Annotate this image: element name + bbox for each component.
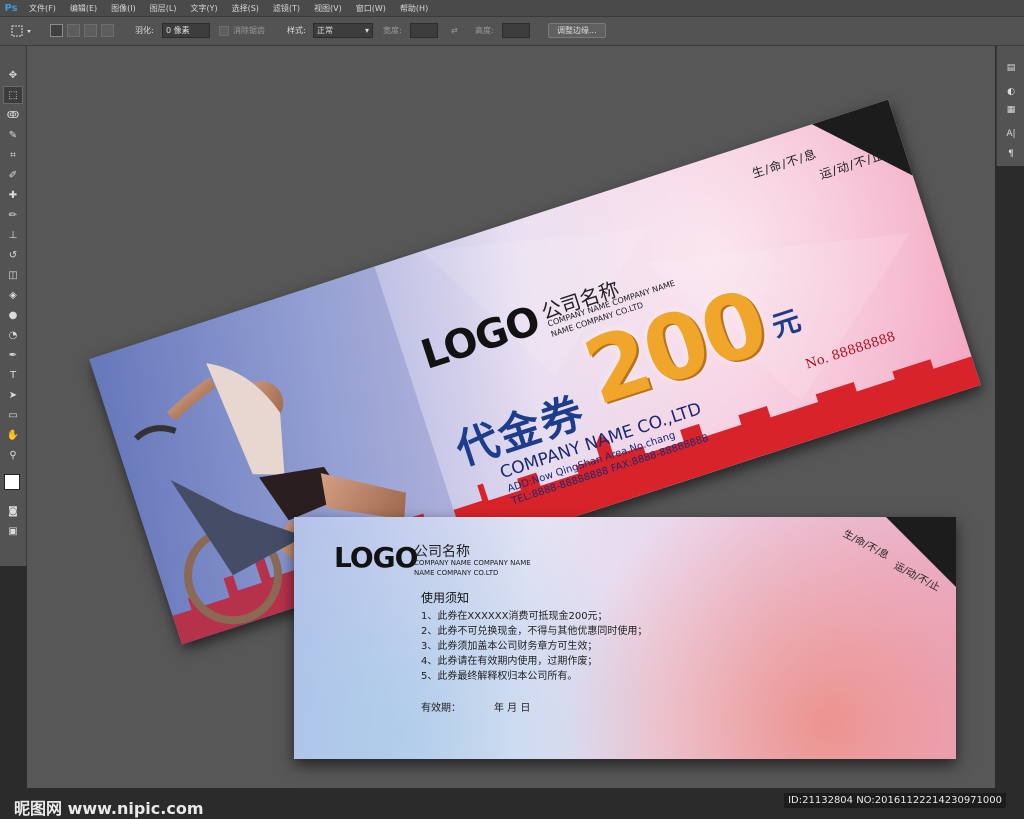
screen-mode-icon[interactable]: ▣ [3, 522, 23, 540]
new-selection-button[interactable] [50, 24, 63, 37]
history-panel-icon[interactable]: ▤ [1002, 60, 1020, 76]
style-label: 样式: [287, 26, 306, 35]
clone-stamp-icon[interactable]: ⊥ [3, 226, 23, 244]
document-canvas[interactable]: 生/命/不/息 运/动/不/止 LOGO 公司名称 COMPANY NAME C… [27, 46, 995, 788]
menu-edit[interactable]: 编辑(E) [63, 3, 104, 14]
lasso-tool-icon[interactable]: ↂ [3, 106, 23, 124]
zoom-tool-icon[interactable]: ⚲ [3, 446, 23, 464]
chevron-down-icon: ▾ [364, 26, 369, 35]
blur-tool-icon[interactable]: ● [3, 306, 23, 324]
eraser-tool-icon[interactable]: ◫ [3, 266, 23, 284]
height-input[interactable] [502, 23, 530, 38]
antialias-label: 消除锯齿 [233, 26, 265, 35]
marquee-tool-icon[interactable]: ⬚ [3, 86, 23, 104]
subtract-selection-button[interactable] [84, 24, 97, 37]
validity-label: 有效期： [421, 703, 461, 714]
slogan-line-1: 生/命/不/息 [750, 146, 819, 181]
menu-help[interactable]: 帮助(H) [393, 3, 435, 14]
company-name-en-2: NAME COMPANY CO.LTD [414, 569, 499, 577]
healing-brush-icon[interactable]: ✚ [3, 186, 23, 204]
selection-mode-group [50, 23, 114, 38]
usage-notice-title: 使用须知 [421, 591, 470, 605]
watermark: 昵图网 www.nipic.com [14, 799, 204, 818]
menu-type[interactable]: 文字(Y) [183, 3, 224, 14]
validity-date: 年 月 日 [494, 703, 531, 714]
width-input[interactable] [410, 23, 438, 38]
history-brush-icon[interactable]: ↺ [3, 246, 23, 264]
refine-edge-button[interactable]: 调整边缘... [548, 23, 606, 38]
style-select-value: 正常 [317, 26, 333, 35]
panel-dock: ▤ ◐ ▦ A| ¶ [996, 46, 1024, 166]
quick-select-icon[interactable]: ✎ [3, 126, 23, 144]
adjustments-panel-icon[interactable]: ◐ [1002, 84, 1020, 100]
feather-label: 羽化: [135, 26, 154, 35]
usage-rule: 5、此券最终解释权归本公司所有。 [421, 671, 578, 682]
menu-view[interactable]: 视图(V) [307, 3, 349, 14]
menu-image[interactable]: 图像(I) [104, 3, 143, 14]
shape-tool-icon[interactable]: ▭ [3, 406, 23, 424]
usage-rule: 4、此券请在有效期内使用，过期作废； [421, 656, 598, 667]
brush-tool-icon[interactable]: ✏ [3, 206, 23, 224]
image-id-label: ID:21132804 NO:20161122214230971000 [784, 793, 1006, 808]
intersect-selection-button[interactable] [101, 24, 114, 37]
menu-file[interactable]: 文件(F) [22, 3, 63, 14]
feather-input[interactable]: 0 像素 [162, 23, 210, 38]
coupon-back: 生/命/不/息 运/动/不/止 LOGO 公司名称 COMPANY NAME C… [294, 517, 956, 759]
antialias-checkbox[interactable] [219, 25, 229, 36]
height-label: 高度: [475, 26, 494, 35]
eyedropper-icon[interactable]: ✐ [3, 166, 23, 184]
corner-fold [812, 99, 913, 201]
style-select[interactable]: 正常 ▾ [313, 23, 373, 38]
tool-preset-picker[interactable] [10, 23, 36, 38]
options-bar: 羽化: 0 像素 消除锯齿 样式: 正常 ▾ 宽度: ⇄ 高度: 调整边缘... [0, 17, 1024, 46]
slogan-line-1: 生/命/不/息 [840, 528, 891, 562]
crop-tool-icon[interactable]: ⌗ [3, 146, 23, 164]
company-name-cn: 公司名称 [414, 544, 470, 560]
hand-tool-icon[interactable]: ✋ [3, 426, 23, 444]
menu-window[interactable]: 窗口(W) [349, 3, 393, 14]
company-name-en-1: COMPANY NAME COMPANY NAME [414, 559, 531, 567]
usage-rule: 1、此券在XXXXXX消费可抵现金200元； [421, 611, 608, 622]
usage-rule: 3、此券须加盖本公司财务章方可生效； [421, 641, 598, 652]
marquee-preset-icon [11, 25, 31, 36]
character-panel-icon[interactable]: A| [1002, 126, 1020, 142]
antialias-checkbox-group[interactable]: 消除锯齿 [219, 23, 265, 38]
usage-rules-list: 1、此券在XXXXXX消费可抵现金200元； 2、此券不可兑换现金，不得与其他优… [421, 609, 647, 684]
menu-layer[interactable]: 图层(L) [143, 3, 184, 14]
menu-bar: Ps 文件(F) 编辑(E) 图像(I) 图层(L) 文字(Y) 选择(S) 滤… [0, 0, 1024, 17]
move-tool-icon[interactable]: ✥ [3, 66, 23, 84]
swap-dimensions-icon[interactable]: ⇄ [451, 23, 458, 38]
usage-rule: 2、此券不可兑换现金，不得与其他优惠同时使用； [421, 626, 648, 637]
add-selection-button[interactable] [67, 24, 80, 37]
quick-mask-icon[interactable]: ◙ [3, 502, 23, 520]
foreground-color-swatch[interactable] [4, 474, 20, 490]
width-label: 宽度: [383, 26, 402, 35]
type-tool-icon[interactable]: T [3, 366, 23, 384]
logo: LOGO [415, 297, 545, 379]
menu-filter[interactable]: 滤镜(T) [266, 3, 307, 14]
path-select-icon[interactable]: ➤ [3, 386, 23, 404]
footer-bar: 昵图网 www.nipic.com ID:21132804 NO:2016112… [0, 788, 1024, 819]
tools-panel: ✥ ⬚ ↂ ✎ ⌗ ✐ ✚ ✏ ⊥ ↺ ◫ ◈ ● ◔ ✒ T ➤ ▭ ✋ ⚲ … [0, 46, 27, 566]
logo: LOGO [334, 541, 418, 574]
pen-tool-icon[interactable]: ✒ [3, 346, 23, 364]
photoshop-logo: Ps [4, 2, 18, 14]
menu-select[interactable]: 选择(S) [225, 3, 266, 14]
paint-bucket-icon[interactable]: ◈ [3, 286, 23, 304]
paragraph-panel-icon[interactable]: ¶ [1002, 146, 1020, 162]
properties-panel-icon[interactable]: ▦ [1002, 102, 1020, 118]
dodge-tool-icon[interactable]: ◔ [3, 326, 23, 344]
